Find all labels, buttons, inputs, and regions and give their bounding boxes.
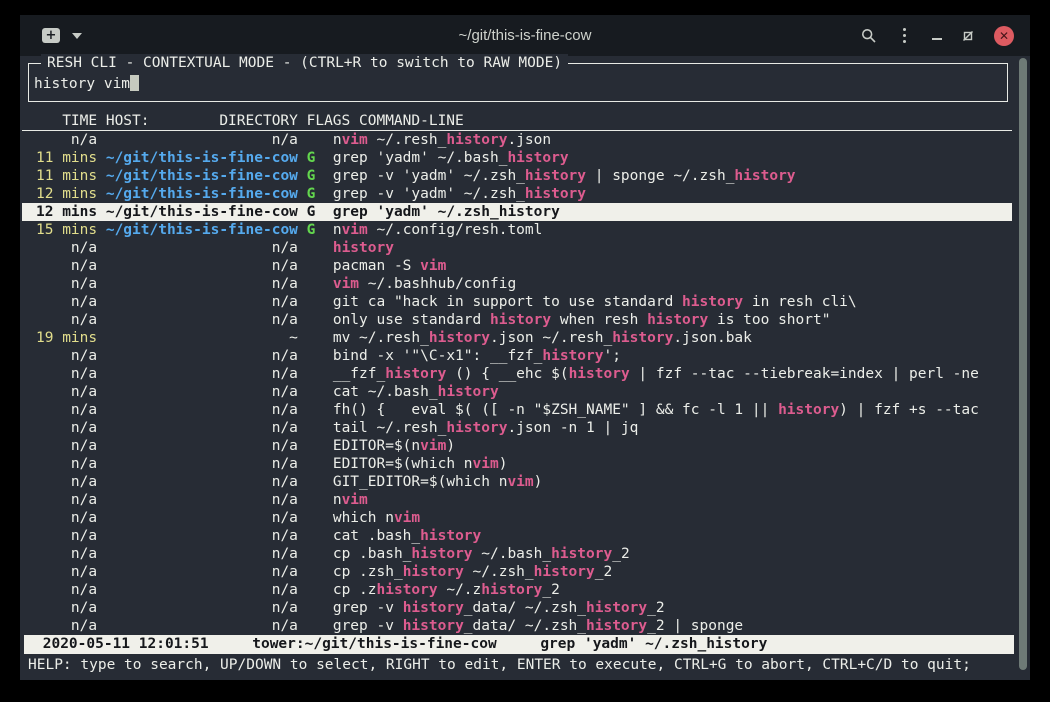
close-button[interactable]: ✕ bbox=[994, 26, 1014, 46]
terminal-screen[interactable]: RESH CLI - CONTEXTUAL MODE - (CTRL+R to … bbox=[20, 56, 1030, 680]
results-list: n/a n/a nvim ~/.resh_history.json11 mins… bbox=[22, 131, 1012, 635]
history-row[interactable]: n/a n/a nvim ~/.resh_history.json bbox=[22, 131, 1012, 149]
restore-button[interactable] bbox=[962, 30, 974, 42]
resh-search-box: RESH CLI - CONTEXTUAL MODE - (CTRL+R to … bbox=[28, 63, 1008, 102]
history-row[interactable]: n/a n/a cat .bash_history bbox=[22, 527, 1012, 545]
history-row[interactable]: n/a n/a only use standard history when r… bbox=[22, 311, 1012, 329]
history-row[interactable]: n/a n/a GIT_EDITOR=$(which nvim) bbox=[22, 473, 1012, 491]
history-row[interactable]: n/a n/a grep -v history_data/ ~/.zsh_his… bbox=[22, 599, 1012, 617]
history-row[interactable]: 15 mins ~/git/this-is-fine-cow G nvim ~/… bbox=[22, 221, 1012, 239]
window-titlebar: + ~/git/this-is-fine-cow ✕ bbox=[20, 15, 1030, 56]
search-icon[interactable] bbox=[861, 28, 877, 44]
history-row[interactable]: n/a n/a which nvim bbox=[22, 509, 1012, 527]
history-row[interactable]: 11 mins ~/git/this-is-fine-cow G grep 'y… bbox=[22, 149, 1012, 167]
history-row[interactable]: n/a n/a EDITOR=$(nvim) bbox=[22, 437, 1012, 455]
history-row[interactable]: n/a n/a grep -v history_data/ ~/.zsh_his… bbox=[22, 617, 1012, 635]
history-row[interactable]: 11 mins ~/git/this-is-fine-cow G grep -v… bbox=[22, 167, 1012, 185]
resh-mode-legend: RESH CLI - CONTEXTUAL MODE - (CTRL+R to … bbox=[41, 54, 568, 72]
minimize-button[interactable] bbox=[932, 38, 942, 40]
text-cursor bbox=[130, 75, 139, 91]
history-row[interactable]: n/a n/a cp .zhistory ~/.zhistory_2 bbox=[22, 581, 1012, 599]
history-row[interactable]: 19 mins ~ mv ~/.resh_history.json ~/.res… bbox=[22, 329, 1012, 347]
results-header: TIME HOST: DIRECTORY FLAGS COMMAND-LINE bbox=[22, 112, 1012, 131]
history-row[interactable]: n/a n/a fh() { eval $( ([ -n "$ZSH_NAME"… bbox=[22, 401, 1012, 419]
history-row[interactable]: n/a n/a vim ~/.bashhub/config bbox=[22, 275, 1012, 293]
status-bar: 2020-05-11 12:01:51 tower:~/git/this-is-… bbox=[24, 635, 1014, 654]
history-row[interactable]: n/a n/a __fzf_history () { __ehc $(histo… bbox=[22, 365, 1012, 383]
history-row[interactable]: n/a n/a EDITOR=$(which nvim) bbox=[22, 455, 1012, 473]
scrollbar[interactable] bbox=[1018, 58, 1028, 674]
titlebar-right-controls: ✕ bbox=[861, 15, 1014, 56]
history-row[interactable]: n/a n/a cp .zsh_history ~/.zsh_history_2 bbox=[22, 563, 1012, 581]
history-row[interactable]: n/a n/a cat ~/.bash_history bbox=[22, 383, 1012, 401]
history-row[interactable]: n/a n/a history bbox=[22, 239, 1012, 257]
search-query-line[interactable]: history vim bbox=[34, 75, 139, 93]
help-line: HELP: type to search, UP/DOWN to select,… bbox=[22, 656, 1012, 674]
scrollbar-thumb[interactable] bbox=[1019, 58, 1027, 670]
history-row[interactable]: n/a n/a bind -x '"\C-x1": __fzf_history'… bbox=[22, 347, 1012, 365]
history-row[interactable]: n/a n/a git ca "hack in support to use s… bbox=[22, 293, 1012, 311]
history-row-selected[interactable]: 12 mins ~/git/this-is-fine-cow G grep 'y… bbox=[22, 203, 1012, 221]
history-row[interactable]: 12 mins ~/git/this-is-fine-cow G grep -v… bbox=[22, 185, 1012, 203]
history-row[interactable]: n/a n/a tail ~/.resh_history.json -n 1 |… bbox=[22, 419, 1012, 437]
history-row[interactable]: n/a n/a cp .bash_history ~/.bash_history… bbox=[22, 545, 1012, 563]
search-query-input[interactable]: history vim bbox=[34, 76, 130, 92]
menu-kebab-icon[interactable] bbox=[897, 26, 912, 45]
history-row[interactable]: n/a n/a nvim bbox=[22, 491, 1012, 509]
history-row[interactable]: n/a n/a pacman -S vim bbox=[22, 257, 1012, 275]
